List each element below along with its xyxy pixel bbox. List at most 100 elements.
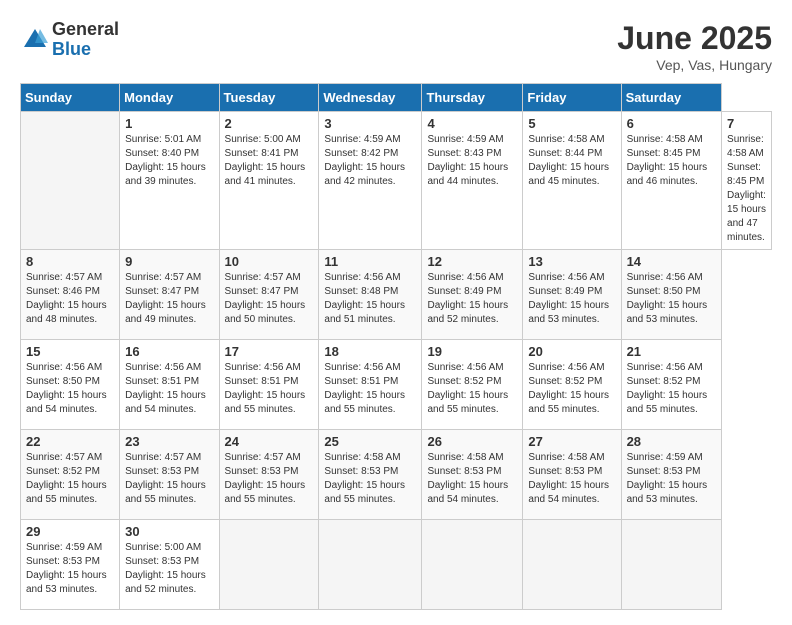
day-number: 30	[125, 524, 213, 539]
calendar-day-cell: 3Sunrise: 4:59 AMSunset: 8:42 PMDaylight…	[319, 112, 422, 250]
calendar-day-cell: 13Sunrise: 4:56 AMSunset: 8:49 PMDayligh…	[523, 250, 621, 340]
sunset: Sunset: 8:53 PM	[26, 556, 100, 567]
calendar-day-cell	[319, 520, 422, 610]
daylight: Daylight: 15 hours and 41 minutes.	[225, 162, 306, 187]
calendar-day-cell: 12Sunrise: 4:56 AMSunset: 8:49 PMDayligh…	[422, 250, 523, 340]
day-info: Sunrise: 4:56 AMSunset: 8:51 PMDaylight:…	[324, 361, 416, 417]
day-info: Sunrise: 4:56 AMSunset: 8:49 PMDaylight:…	[528, 271, 615, 327]
sunrise: Sunrise: 4:59 AM	[324, 134, 400, 145]
daylight: Daylight: 15 hours and 53 minutes.	[627, 480, 708, 505]
sunset: Sunset: 8:44 PM	[528, 148, 602, 159]
calendar-week-row: 1Sunrise: 5:01 AMSunset: 8:40 PMDaylight…	[21, 112, 772, 250]
sunrise: Sunrise: 4:56 AM	[627, 272, 703, 283]
sunset: Sunset: 8:40 PM	[125, 148, 199, 159]
calendar-day-cell: 1Sunrise: 5:01 AMSunset: 8:40 PMDaylight…	[120, 112, 219, 250]
weekday-header: Tuesday	[219, 84, 319, 112]
sunset: Sunset: 8:50 PM	[26, 376, 100, 387]
day-number: 17	[225, 344, 314, 359]
day-info: Sunrise: 4:56 AM Sunset: 8:49 PM Daylight:…	[427, 271, 517, 327]
sunset: Sunset: 8:47 PM	[125, 286, 199, 297]
day-info: Sunrise: 4:56 AMSunset: 8:50 PMDaylight:…	[26, 361, 114, 417]
daylight: Daylight: 15 hours and 50 minutes.	[225, 300, 306, 325]
day-number: 23	[125, 434, 213, 449]
calendar-day-cell: 20 Sunrise: 4:56 AMSunset: 8:52 PMDayligh…	[523, 340, 621, 430]
sunrise: Sunrise: 4:59 AM	[26, 542, 102, 553]
logo: General Blue	[20, 20, 119, 60]
day-number: 20	[528, 344, 615, 359]
sunset: Sunset: 8:49 PM	[427, 286, 501, 297]
day-info: Sunrise: 4:58 AMSunset: 8:53 PMDaylight:…	[324, 451, 416, 507]
calendar-day-cell	[219, 520, 319, 610]
day-number: 8	[26, 254, 114, 269]
day-info: Sunrise: 4:57 AMSunset: 8:46 PMDaylight:…	[26, 271, 114, 327]
calendar-day-cell: 8 Sunrise: 4:57 AMSunset: 8:46 PMDaylight…	[21, 250, 120, 340]
day-number: 4	[427, 116, 517, 131]
sunset: Sunset: 8:52 PM	[427, 376, 501, 387]
day-number: 14	[627, 254, 716, 269]
day-info: Sunrise: 4:57 AMSunset: 8:53 PMDaylight:…	[225, 451, 314, 507]
calendar-week-row: 29 Sunrise: 4:59 AM Sunset: 8:53 PM Dayligh…	[21, 520, 772, 610]
day-info: Sunrise: 4:56 AMSunset: 8:52 PMDaylight:…	[528, 361, 615, 417]
calendar-day-cell: 18Sunrise: 4:56 AMSunset: 8:51 PMDayligh…	[319, 340, 422, 430]
sunset: Sunset: 8:53 PM	[627, 466, 701, 477]
day-info: Sunrise: 4:56 AMSunset: 8:52 PMDaylight:…	[427, 361, 517, 417]
sunrise: Sunrise: 4:56 AM	[528, 272, 604, 283]
sunrise: Sunrise: 5:00 AM	[125, 542, 201, 553]
sunrise: Sunrise: 4:56 AM	[26, 362, 102, 373]
logo-text: General Blue	[52, 20, 119, 60]
daylight: Daylight: 15 hours and 54 minutes.	[427, 480, 508, 505]
day-number: 26	[427, 434, 517, 449]
sunset: Sunset: 8:53 PM	[324, 466, 398, 477]
day-number: 6	[627, 116, 716, 131]
sunset: Sunset: 8:53 PM	[125, 466, 199, 477]
weekday-header: Friday	[523, 84, 621, 112]
day-info: Sunrise: 4:59 AM Sunset: 8:53 PM Daylight:…	[26, 541, 114, 597]
sunrise: Sunrise: 4:57 AM	[125, 452, 201, 463]
daylight: Daylight: 15 hours and 53 minutes.	[528, 300, 609, 325]
calendar-day-cell: 23Sunrise: 4:57 AMSunset: 8:53 PMDayligh…	[120, 430, 219, 520]
weekday-header: Sunday	[21, 84, 120, 112]
sunset: Sunset: 8:53 PM	[528, 466, 602, 477]
calendar-day-cell: 2Sunrise: 5:00 AMSunset: 8:41 PMDaylight…	[219, 112, 319, 250]
sunset: Sunset: 8:45 PM	[627, 148, 701, 159]
sunrise: Sunrise: 4:59 AM	[627, 452, 703, 463]
daylight: Daylight: 15 hours and 55 minutes.	[324, 390, 405, 415]
calendar-day-cell: 14 Sunrise: 4:56 AMSunset: 8:50 PMDayligh…	[621, 250, 721, 340]
sunrise: Sunrise: 4:56 AM	[324, 362, 400, 373]
day-number: 10	[225, 254, 314, 269]
day-info: Sunrise: 4:58 AMSunset: 8:53 PMDaylight:…	[528, 451, 615, 507]
sunrise: Sunrise: 4:57 AM	[26, 452, 102, 463]
calendar-body: 1Sunrise: 5:01 AMSunset: 8:40 PMDaylight…	[21, 112, 772, 610]
day-number: 2	[225, 116, 314, 131]
calendar-day-cell: 25Sunrise: 4:58 AMSunset: 8:53 PMDayligh…	[319, 430, 422, 520]
calendar-day-cell: 21Sunrise: 4:56 AMSunset: 8:52 PMDayligh…	[621, 340, 721, 430]
sunset: Sunset: 8:52 PM	[26, 466, 100, 477]
weekday-header: Thursday	[422, 84, 523, 112]
sunrise: Sunrise: 4:56 AM	[627, 362, 703, 373]
sunrise: Sunrise: 4:56 AM	[427, 272, 503, 283]
daylight: Daylight: 15 hours and 55 minutes.	[26, 480, 107, 505]
day-number: 24	[225, 434, 314, 449]
daylight: Daylight: 15 hours and 53 minutes.	[26, 570, 107, 595]
day-number: 27	[528, 434, 615, 449]
daylight: Daylight: 15 hours and 45 minutes.	[528, 162, 609, 187]
daylight: Daylight: 15 hours and 55 minutes.	[225, 390, 306, 415]
calendar-day-cell: 17Sunrise: 4:56 AMSunset: 8:51 PMDayligh…	[219, 340, 319, 430]
calendar: SundayMondayTuesdayWednesdayThursdayFrid…	[20, 83, 772, 610]
calendar-week-row: 15Sunrise: 4:56 AMSunset: 8:50 PMDayligh…	[21, 340, 772, 430]
day-info: Sunrise: 4:57 AMSunset: 8:47 PMDaylight:…	[125, 271, 213, 327]
daylight: Daylight: 15 hours and 52 minutes.	[427, 300, 508, 325]
day-number: 11	[324, 254, 416, 269]
day-info: Sunrise: 4:59 AMSunset: 8:43 PMDaylight:…	[427, 133, 517, 189]
title-area: June 2025 Vep, Vas, Hungary	[617, 20, 772, 73]
calendar-week-row: 8 Sunrise: 4:57 AMSunset: 8:46 PMDaylight…	[21, 250, 772, 340]
day-info: Sunrise: 4:56 AMSunset: 8:50 PMDaylight:…	[627, 271, 716, 327]
daylight: Daylight: 15 hours and 42 minutes.	[324, 162, 405, 187]
sunset: Sunset: 8:53 PM	[125, 556, 199, 567]
sunrise: Sunrise: 4:58 AM	[427, 452, 503, 463]
daylight: Daylight: 15 hours and 49 minutes.	[125, 300, 206, 325]
daylight: Daylight: 15 hours and 52 minutes.	[125, 570, 206, 595]
calendar-day-cell: 26Sunrise: 4:58 AMSunset: 8:53 PMDayligh…	[422, 430, 523, 520]
sunset: Sunset: 8:52 PM	[627, 376, 701, 387]
day-number: 29	[26, 524, 114, 539]
